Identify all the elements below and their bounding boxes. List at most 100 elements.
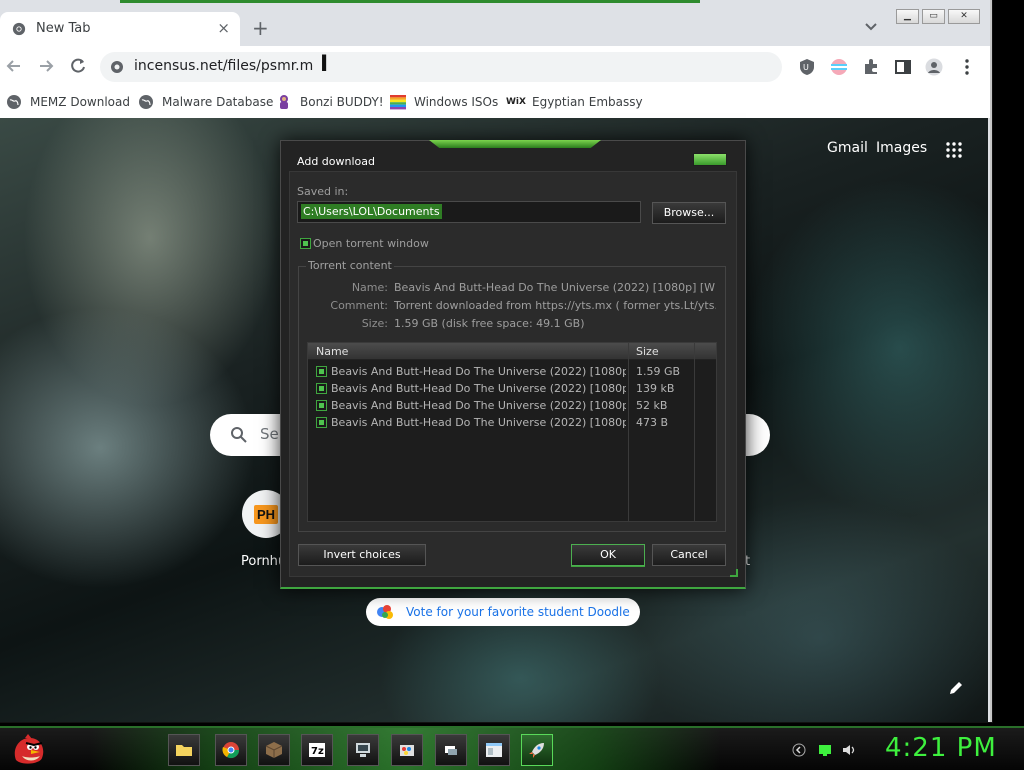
text-cursor-icon: I: [320, 52, 329, 77]
table-row[interactable]: Beavis And Butt-Head Do The Universe (20…: [308, 380, 716, 397]
file-list[interactable]: Name Size Beavis And Butt-Head Do The Un…: [307, 342, 717, 522]
apps-grid-icon[interactable]: [946, 142, 962, 158]
address-bar[interactable]: incensus.net/files/psmr.m: [100, 52, 782, 82]
angry-bird-start-icon[interactable]: [8, 730, 48, 768]
computer-icon: [356, 743, 370, 757]
file-checkbox[interactable]: [316, 400, 327, 411]
minimize-button[interactable]: ▁: [896, 9, 919, 24]
file-name: Beavis And Butt-Head Do The Universe (20…: [331, 365, 626, 378]
doodle-text: Vote for your favorite student Doodle: [406, 605, 630, 619]
7zip-icon: 7z: [309, 743, 325, 757]
url-text[interactable]: incensus.net/files/psmr.m: [134, 58, 313, 74]
maximize-button[interactable]: ▭: [922, 9, 945, 24]
table-row[interactable]: Beavis And Butt-Head Do The Universe (20…: [308, 414, 716, 431]
file-name: Beavis And Butt-Head Do The Universe (20…: [331, 399, 626, 412]
window-icon: [486, 743, 502, 757]
taskbar: 7z 4:21 PM: [0, 726, 1024, 770]
open-torrent-window-checkbox[interactable]: [300, 238, 311, 249]
globe-icon: [139, 95, 153, 109]
folder-icon: [176, 745, 192, 756]
info-name-value: Beavis And Butt-Head Do The Universe (20…: [394, 281, 716, 294]
menu-kebab-icon[interactable]: [958, 58, 976, 76]
images-link[interactable]: Images: [876, 140, 927, 156]
file-checkbox[interactable]: [316, 417, 327, 428]
info-comment-value: Torrent downloaded from https://yts.mx (…: [394, 299, 716, 312]
reload-icon[interactable]: [68, 56, 88, 76]
browser-titlebar: New Tab × + ▁ ▭ ✕: [0, 0, 990, 46]
chevron-down-icon[interactable]: [864, 20, 878, 34]
network-icon[interactable]: [818, 743, 832, 757]
taskbar-media[interactable]: [435, 734, 467, 766]
saved-in-label: Saved in:: [297, 185, 349, 198]
close-button[interactable]: ✕: [948, 9, 980, 24]
globe-icon: [7, 95, 21, 109]
taskbar-computer[interactable]: [347, 734, 379, 766]
ublock-icon[interactable]: U: [798, 58, 816, 76]
taskbar-folder[interactable]: [168, 734, 200, 766]
taskbar-clock[interactable]: 4:21 PM: [885, 733, 997, 763]
media-icon: [445, 746, 457, 755]
side-panel-icon[interactable]: [894, 58, 912, 76]
table-row[interactable]: Beavis And Butt-Head Do The Universe (20…: [308, 397, 716, 414]
new-tab-button[interactable]: +: [252, 16, 269, 40]
rocket-icon: [529, 743, 544, 758]
table-row[interactable]: Beavis And Butt-Head Do The Universe (20…: [308, 363, 716, 380]
tab-title: New Tab: [36, 21, 91, 36]
resize-grip-icon[interactable]: [730, 569, 738, 577]
cancel-button[interactable]: Cancel: [652, 544, 726, 566]
taskbar-package[interactable]: [258, 734, 290, 766]
open-torrent-window-label[interactable]: Open torrent window: [313, 237, 429, 250]
site-info-icon[interactable]: [110, 60, 124, 74]
browse-button[interactable]: Browse...: [652, 202, 726, 224]
taskbar-chrome[interactable]: [215, 734, 247, 766]
save-path-input[interactable]: C:\Users\LOL\Documents: [297, 201, 641, 223]
file-size: 139 kB: [636, 382, 675, 395]
tab-new-tab[interactable]: New Tab ×: [0, 12, 240, 46]
column-header-name[interactable]: Name: [316, 345, 348, 358]
wix-icon: WiX: [506, 97, 526, 107]
extensions-icon[interactable]: [862, 58, 880, 76]
gmail-link[interactable]: Gmail: [827, 140, 868, 156]
tab-close-button[interactable]: ×: [217, 19, 230, 37]
customize-pencil-icon[interactable]: [948, 680, 964, 696]
bookmark-egyptian-embassy[interactable]: WiX Egyptian Embassy: [506, 92, 643, 112]
tray-arrow-icon[interactable]: [792, 743, 806, 757]
profile-avatar-icon[interactable]: [925, 58, 943, 76]
invert-choices-button[interactable]: Invert choices: [298, 544, 426, 566]
dialog-accent-tab: [429, 140, 601, 148]
taskbar-7zip[interactable]: 7z: [301, 734, 333, 766]
taskbar-rocket[interactable]: [521, 734, 553, 766]
window-accent-bar: [120, 0, 700, 3]
svg-text:U: U: [803, 63, 809, 72]
volume-icon[interactable]: [842, 743, 856, 757]
file-list-header: Name Size: [308, 343, 716, 360]
bookmark-label: Egyptian Embassy: [532, 95, 643, 109]
column-header-size[interactable]: Size: [636, 345, 659, 358]
dialog-close-button[interactable]: [693, 153, 727, 166]
bookmark-memz-download[interactable]: MEMZ Download: [6, 92, 130, 112]
chrome-icon: [222, 742, 240, 759]
forward-icon[interactable]: [36, 56, 56, 76]
file-checkbox[interactable]: [316, 383, 327, 394]
bookmark-windows-isos[interactable]: Windows ISOs: [390, 92, 498, 112]
save-path-value: C:\Users\LOL\Documents: [301, 204, 442, 219]
bookmark-label: Bonzi BUDDY!: [300, 95, 384, 109]
browser-toolbar: incensus.net/files/psmr.m U: [0, 46, 990, 86]
back-icon[interactable]: [4, 56, 24, 76]
taskbar-window[interactable]: [478, 734, 510, 766]
bookmark-malware-database[interactable]: Malware Database: [138, 92, 273, 112]
bookmark-bonzi-buddy[interactable]: Bonzi BUDDY!: [276, 92, 384, 112]
file-size: 52 kB: [636, 399, 668, 412]
ok-button[interactable]: OK: [571, 544, 645, 566]
file-name: Beavis And Butt-Head Do The Universe (20…: [331, 416, 626, 429]
torrent-content-title: Torrent content: [306, 259, 394, 272]
pride-extension-icon[interactable]: [830, 58, 848, 76]
search-icon: [231, 427, 247, 443]
file-checkbox[interactable]: [316, 366, 327, 377]
doodle-icon: [377, 605, 393, 619]
file-name: Beavis And Butt-Head Do The Universe (20…: [331, 382, 626, 395]
bookmark-label: MEMZ Download: [30, 95, 130, 109]
file-size: 1.59 GB: [636, 365, 681, 378]
taskbar-paint[interactable]: [391, 734, 423, 766]
doodle-promo[interactable]: Vote for your favorite student Doodle: [366, 598, 640, 626]
